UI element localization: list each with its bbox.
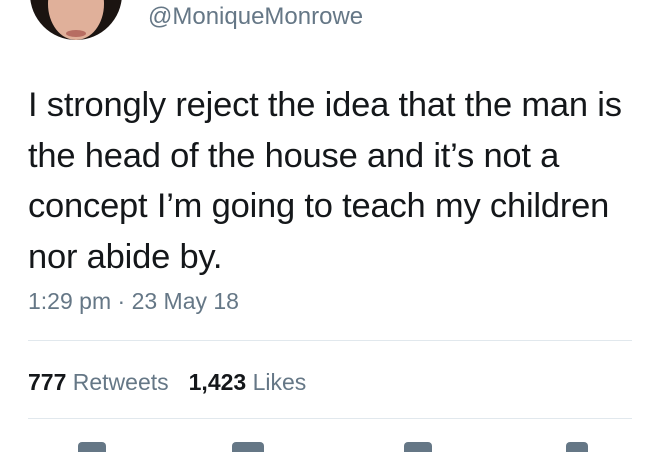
- reply-icon[interactable]: [78, 442, 106, 452]
- tweet-timestamp[interactable]: 1:29 pm · 23 May 18: [28, 284, 239, 318]
- likes-stat[interactable]: 1,423 Likes: [189, 369, 307, 395]
- like-icon[interactable]: [404, 442, 432, 452]
- likes-label: Likes: [252, 369, 307, 395]
- tweet-time: 1:29 pm: [28, 288, 112, 314]
- retweets-label: Retweets: [72, 369, 169, 395]
- retweets-stat[interactable]: 777 Retweets: [28, 369, 169, 395]
- retweet-icon[interactable]: [232, 442, 264, 452]
- likes-count: 1,423: [188, 369, 247, 395]
- avatar[interactable]: [30, 0, 122, 40]
- retweets-count: 777: [28, 369, 67, 395]
- tweet-text: I strongly reject the idea that the man …: [28, 86, 622, 276]
- timestamp-separator: ·: [117, 288, 126, 314]
- divider-top: [28, 340, 632, 341]
- share-icon[interactable]: [566, 442, 588, 452]
- engagement-stats: 777 Retweets 1,423 Likes: [28, 365, 306, 399]
- avatar-mouth: [66, 30, 86, 37]
- user-handle[interactable]: @MoniqueMonrowe: [148, 0, 363, 34]
- tweet-date: 23 May 18: [131, 288, 239, 314]
- action-bar: [0, 438, 649, 452]
- divider-bottom: [28, 418, 632, 419]
